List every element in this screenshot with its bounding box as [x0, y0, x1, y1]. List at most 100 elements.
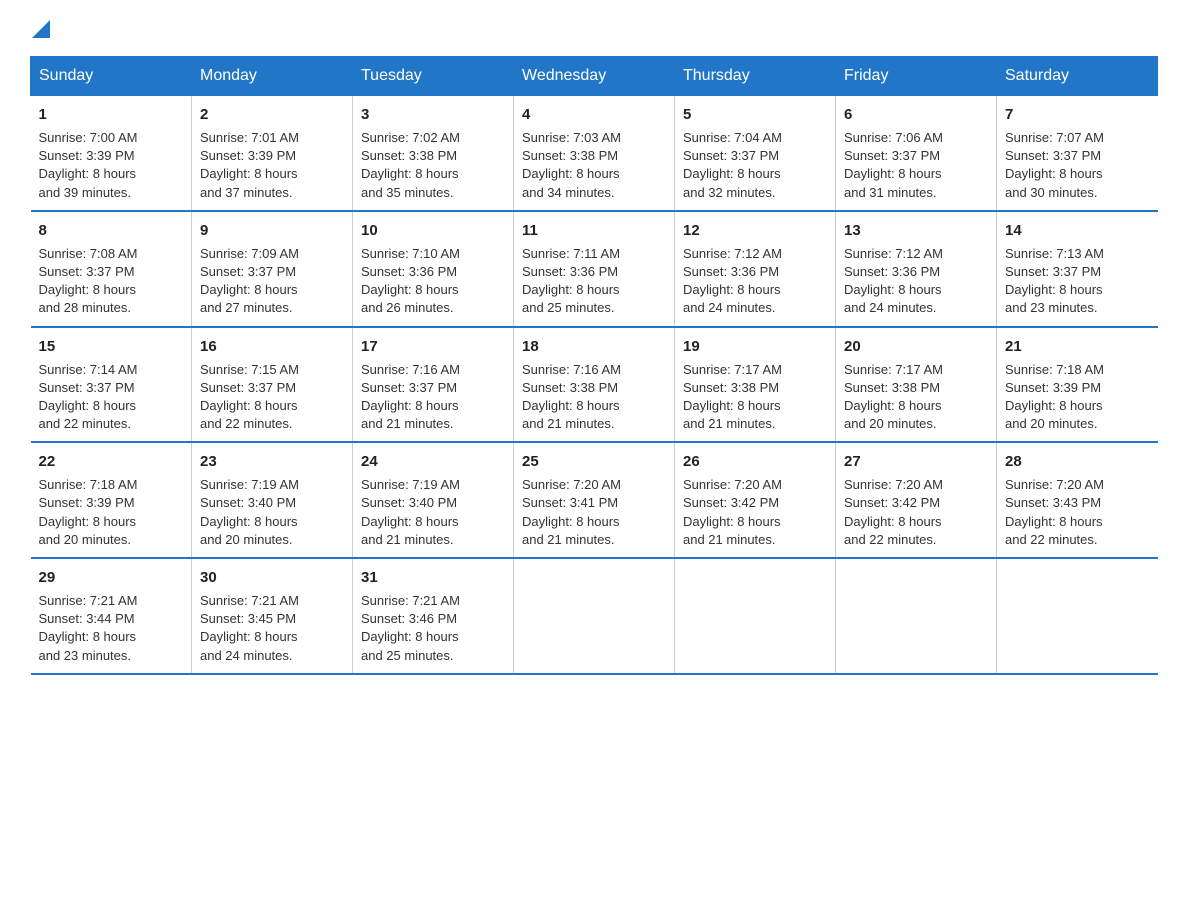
calendar-cell: 27 Sunrise: 7:20 AMSunset: 3:42 PMDaylig…	[836, 442, 997, 558]
day-number: 4	[522, 104, 666, 125]
day-info: Sunrise: 7:21 AMSunset: 3:46 PMDaylight:…	[361, 593, 460, 663]
day-number: 23	[200, 451, 344, 472]
calendar-cell: 24 Sunrise: 7:19 AMSunset: 3:40 PMDaylig…	[353, 442, 514, 558]
calendar-cell: 1 Sunrise: 7:00 AMSunset: 3:39 PMDayligh…	[31, 96, 192, 211]
calendar-cell: 4 Sunrise: 7:03 AMSunset: 3:38 PMDayligh…	[514, 96, 675, 211]
day-number: 22	[39, 451, 184, 472]
calendar-cell: 5 Sunrise: 7:04 AMSunset: 3:37 PMDayligh…	[675, 96, 836, 211]
calendar-cell: 21 Sunrise: 7:18 AMSunset: 3:39 PMDaylig…	[997, 327, 1158, 443]
day-number: 2	[200, 104, 344, 125]
day-info: Sunrise: 7:21 AMSunset: 3:44 PMDaylight:…	[39, 593, 138, 663]
day-number: 1	[39, 104, 184, 125]
day-number: 27	[844, 451, 988, 472]
calendar-cell: 15 Sunrise: 7:14 AMSunset: 3:37 PMDaylig…	[31, 327, 192, 443]
calendar-cell	[836, 558, 997, 674]
calendar-cell: 16 Sunrise: 7:15 AMSunset: 3:37 PMDaylig…	[192, 327, 353, 443]
day-number: 16	[200, 336, 344, 357]
day-info: Sunrise: 7:17 AMSunset: 3:38 PMDaylight:…	[683, 362, 782, 432]
calendar-cell: 13 Sunrise: 7:12 AMSunset: 3:36 PMDaylig…	[836, 211, 997, 327]
calendar-cell	[675, 558, 836, 674]
weekday-header-saturday: Saturday	[997, 57, 1158, 96]
calendar-cell: 20 Sunrise: 7:17 AMSunset: 3:38 PMDaylig…	[836, 327, 997, 443]
calendar-table: SundayMondayTuesdayWednesdayThursdayFrid…	[30, 56, 1158, 675]
day-info: Sunrise: 7:18 AMSunset: 3:39 PMDaylight:…	[1005, 362, 1104, 432]
calendar-cell: 17 Sunrise: 7:16 AMSunset: 3:37 PMDaylig…	[353, 327, 514, 443]
day-number: 15	[39, 336, 184, 357]
day-info: Sunrise: 7:10 AMSunset: 3:36 PMDaylight:…	[361, 246, 460, 316]
day-number: 5	[683, 104, 827, 125]
calendar-cell: 9 Sunrise: 7:09 AMSunset: 3:37 PMDayligh…	[192, 211, 353, 327]
weekday-header-row: SundayMondayTuesdayWednesdayThursdayFrid…	[31, 57, 1158, 96]
calendar-cell: 8 Sunrise: 7:08 AMSunset: 3:37 PMDayligh…	[31, 211, 192, 327]
calendar-cell: 30 Sunrise: 7:21 AMSunset: 3:45 PMDaylig…	[192, 558, 353, 674]
calendar-cell: 19 Sunrise: 7:17 AMSunset: 3:38 PMDaylig…	[675, 327, 836, 443]
calendar-cell	[997, 558, 1158, 674]
day-info: Sunrise: 7:16 AMSunset: 3:37 PMDaylight:…	[361, 362, 460, 432]
day-info: Sunrise: 7:17 AMSunset: 3:38 PMDaylight:…	[844, 362, 943, 432]
day-info: Sunrise: 7:20 AMSunset: 3:41 PMDaylight:…	[522, 477, 621, 547]
day-info: Sunrise: 7:20 AMSunset: 3:43 PMDaylight:…	[1005, 477, 1104, 547]
day-info: Sunrise: 7:16 AMSunset: 3:38 PMDaylight:…	[522, 362, 621, 432]
day-number: 26	[683, 451, 827, 472]
day-number: 31	[361, 567, 505, 588]
week-row-1: 1 Sunrise: 7:00 AMSunset: 3:39 PMDayligh…	[31, 96, 1158, 211]
calendar-cell: 26 Sunrise: 7:20 AMSunset: 3:42 PMDaylig…	[675, 442, 836, 558]
calendar-cell: 10 Sunrise: 7:10 AMSunset: 3:36 PMDaylig…	[353, 211, 514, 327]
day-info: Sunrise: 7:20 AMSunset: 3:42 PMDaylight:…	[844, 477, 943, 547]
calendar-cell: 25 Sunrise: 7:20 AMSunset: 3:41 PMDaylig…	[514, 442, 675, 558]
day-info: Sunrise: 7:08 AMSunset: 3:37 PMDaylight:…	[39, 246, 138, 316]
day-number: 18	[522, 336, 666, 357]
day-info: Sunrise: 7:00 AMSunset: 3:39 PMDaylight:…	[39, 130, 138, 200]
calendar-cell	[514, 558, 675, 674]
day-info: Sunrise: 7:01 AMSunset: 3:39 PMDaylight:…	[200, 130, 299, 200]
calendar-cell: 22 Sunrise: 7:18 AMSunset: 3:39 PMDaylig…	[31, 442, 192, 558]
day-info: Sunrise: 7:18 AMSunset: 3:39 PMDaylight:…	[39, 477, 138, 547]
day-info: Sunrise: 7:20 AMSunset: 3:42 PMDaylight:…	[683, 477, 782, 547]
calendar-cell: 14 Sunrise: 7:13 AMSunset: 3:37 PMDaylig…	[997, 211, 1158, 327]
week-row-5: 29 Sunrise: 7:21 AMSunset: 3:44 PMDaylig…	[31, 558, 1158, 674]
day-number: 24	[361, 451, 505, 472]
calendar-cell: 23 Sunrise: 7:19 AMSunset: 3:40 PMDaylig…	[192, 442, 353, 558]
page-header	[30, 20, 1158, 36]
logo-triangle-icon	[32, 20, 50, 38]
day-number: 9	[200, 220, 344, 241]
calendar-cell: 3 Sunrise: 7:02 AMSunset: 3:38 PMDayligh…	[353, 96, 514, 211]
day-number: 28	[1005, 451, 1150, 472]
weekday-header-thursday: Thursday	[675, 57, 836, 96]
day-info: Sunrise: 7:12 AMSunset: 3:36 PMDaylight:…	[683, 246, 782, 316]
calendar-cell: 2 Sunrise: 7:01 AMSunset: 3:39 PMDayligh…	[192, 96, 353, 211]
day-number: 19	[683, 336, 827, 357]
day-number: 21	[1005, 336, 1150, 357]
day-info: Sunrise: 7:13 AMSunset: 3:37 PMDaylight:…	[1005, 246, 1104, 316]
day-info: Sunrise: 7:12 AMSunset: 3:36 PMDaylight:…	[844, 246, 943, 316]
calendar-cell: 29 Sunrise: 7:21 AMSunset: 3:44 PMDaylig…	[31, 558, 192, 674]
day-number: 25	[522, 451, 666, 472]
calendar-cell: 18 Sunrise: 7:16 AMSunset: 3:38 PMDaylig…	[514, 327, 675, 443]
week-row-4: 22 Sunrise: 7:18 AMSunset: 3:39 PMDaylig…	[31, 442, 1158, 558]
day-number: 29	[39, 567, 184, 588]
day-info: Sunrise: 7:14 AMSunset: 3:37 PMDaylight:…	[39, 362, 138, 432]
logo	[30, 20, 50, 36]
day-number: 6	[844, 104, 988, 125]
day-number: 30	[200, 567, 344, 588]
day-number: 11	[522, 220, 666, 241]
day-info: Sunrise: 7:19 AMSunset: 3:40 PMDaylight:…	[361, 477, 460, 547]
week-row-3: 15 Sunrise: 7:14 AMSunset: 3:37 PMDaylig…	[31, 327, 1158, 443]
weekday-header-friday: Friday	[836, 57, 997, 96]
day-number: 7	[1005, 104, 1150, 125]
calendar-cell: 28 Sunrise: 7:20 AMSunset: 3:43 PMDaylig…	[997, 442, 1158, 558]
weekday-header-monday: Monday	[192, 57, 353, 96]
day-info: Sunrise: 7:06 AMSunset: 3:37 PMDaylight:…	[844, 130, 943, 200]
day-info: Sunrise: 7:21 AMSunset: 3:45 PMDaylight:…	[200, 593, 299, 663]
day-number: 10	[361, 220, 505, 241]
calendar-cell: 11 Sunrise: 7:11 AMSunset: 3:36 PMDaylig…	[514, 211, 675, 327]
day-number: 13	[844, 220, 988, 241]
day-number: 20	[844, 336, 988, 357]
calendar-cell: 12 Sunrise: 7:12 AMSunset: 3:36 PMDaylig…	[675, 211, 836, 327]
day-number: 17	[361, 336, 505, 357]
day-info: Sunrise: 7:02 AMSunset: 3:38 PMDaylight:…	[361, 130, 460, 200]
weekday-header-sunday: Sunday	[31, 57, 192, 96]
day-number: 12	[683, 220, 827, 241]
day-number: 8	[39, 220, 184, 241]
weekday-header-wednesday: Wednesday	[514, 57, 675, 96]
